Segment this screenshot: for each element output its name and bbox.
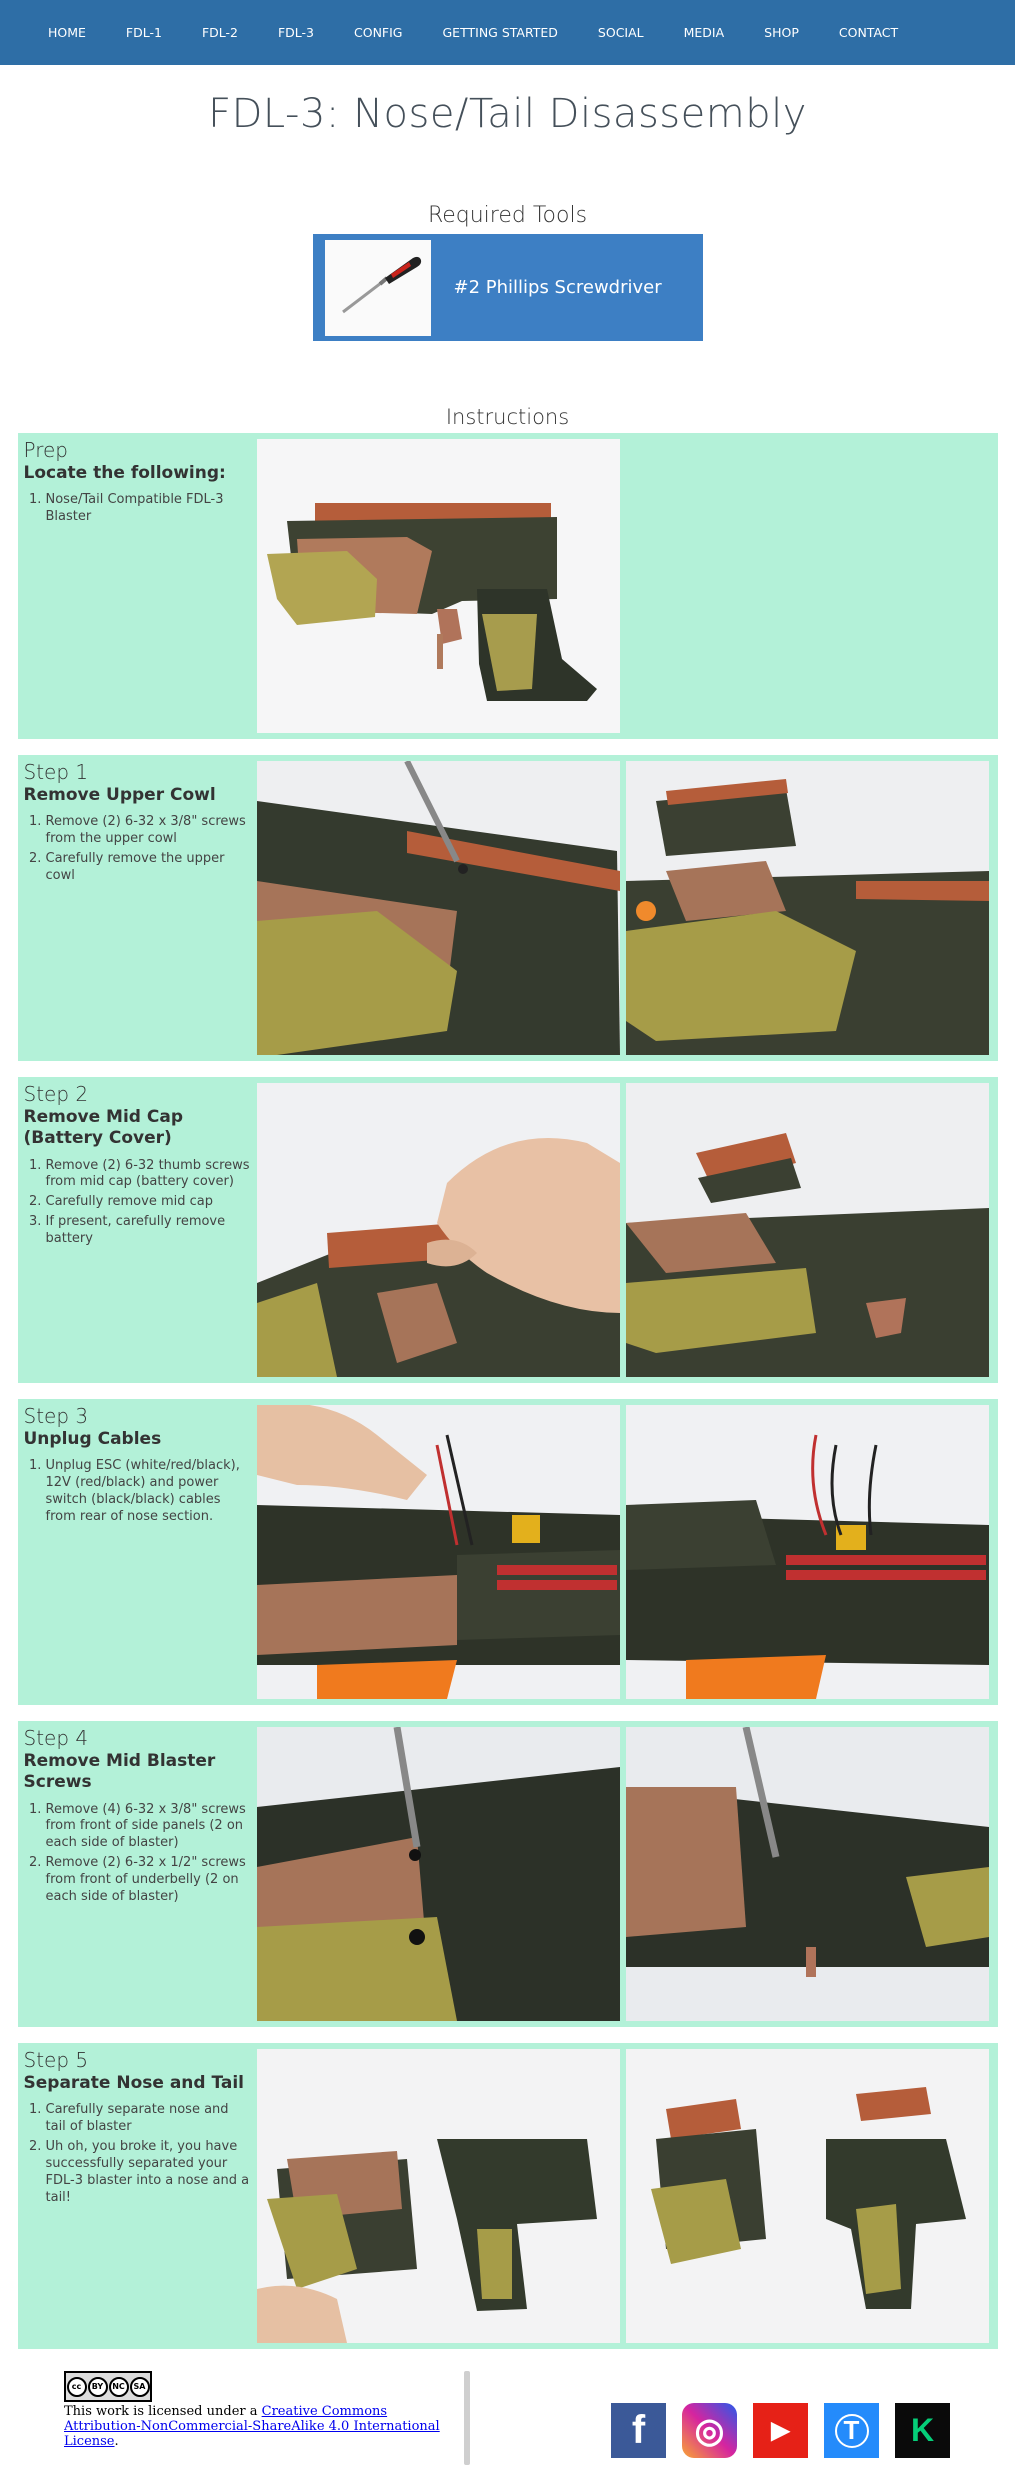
tool-label: #2 Phillips Screwdriver — [453, 277, 662, 298]
step-subtitle: Remove Mid Blaster Screws — [23, 1751, 216, 1793]
step-photo — [256, 1405, 620, 1699]
page-title: FDL-3: Nose/Tail Disassembly — [208, 91, 807, 137]
tools-heading: Required Tools — [427, 203, 588, 228]
list-item: Carefully remove the upper cowl — [46, 851, 253, 885]
tool-card-screwdriver[interactable]: #2 Phillips Screwdriver — [312, 234, 703, 341]
step-list: Remove (2) 6-32 thumb screws from mid ca… — [24, 1158, 253, 1248]
nav-config[interactable]: CONFIG — [334, 25, 422, 40]
license-scrollbar[interactable] — [464, 2371, 470, 2465]
top-nav: HOME FDL-1 FDL-2 FDL-3 CONFIG GETTING ST… — [0, 0, 1015, 65]
step-list: Remove (2) 6-32 x 3/8" screws from the u… — [24, 814, 253, 885]
instagram-icon[interactable]: ◎ — [682, 2403, 737, 2458]
step-list: Remove (4) 6-32 x 3/8" screws from front… — [24, 1802, 253, 1906]
list-item: Carefully separate nose and tail of blas… — [46, 2102, 253, 2136]
screwdriver-icon — [324, 239, 431, 336]
step-photo — [625, 1727, 989, 2021]
list-item: Remove (4) 6-32 x 3/8" screws from front… — [46, 1802, 253, 1853]
step-photo — [256, 2049, 620, 2343]
step-subtitle: Unplug Cables — [23, 1429, 162, 1449]
step-photo — [625, 1405, 989, 1699]
step-photo — [256, 1083, 620, 1377]
instructions-heading: Instructions — [445, 405, 570, 429]
license-suffix: . — [114, 2433, 119, 2449]
list-item: Remove (2) 6-32 thumb screws from mid ca… — [46, 1158, 253, 1192]
step-title: Step 3 — [23, 1404, 89, 1428]
by-icon: BY — [87, 2376, 108, 2397]
step-list: Carefully separate nose and tail of blas… — [24, 2102, 253, 2206]
step-title: Step 2 — [23, 1082, 89, 1106]
list-item: Remove (2) 6-32 x 3/8" screws from the u… — [46, 814, 253, 848]
step-title: Step 1 — [23, 760, 89, 784]
thingiverse-icon[interactable]: T — [824, 2403, 879, 2458]
list-item: Unplug ESC (white/red/black), 12V (red/b… — [46, 1458, 253, 1526]
step-photo — [625, 2049, 989, 2343]
step-photo — [256, 1727, 620, 2021]
nav-fdl1[interactable]: FDL-1 — [106, 25, 182, 40]
facebook-icon[interactable]: f — [611, 2403, 666, 2458]
step-subtitle: Remove Upper Cowl — [23, 785, 216, 805]
step-title: Step 5 — [23, 2048, 89, 2072]
nav-contact[interactable]: CONTACT — [819, 25, 918, 40]
nav-fdl2[interactable]: FDL-2 — [182, 25, 258, 40]
step-subtitle: Locate the following: — [23, 463, 226, 483]
step-2: Step 2 Remove Mid Cap (Battery Cover) Re… — [17, 1077, 998, 1383]
social-links: f ◎ ▶ T K — [611, 2403, 966, 2458]
step-photo — [256, 439, 620, 733]
step-photo — [256, 761, 620, 1055]
list-item: Uh oh, you broke it, you have successful… — [46, 2139, 253, 2207]
step-subtitle: Separate Nose and Tail — [23, 2073, 245, 2093]
nav-media[interactable]: MEDIA — [664, 25, 745, 40]
nav-shop[interactable]: SHOP — [744, 25, 819, 40]
sa-icon: SA — [129, 2376, 150, 2397]
step-prep: Prep Locate the following: Nose/Tail Com… — [17, 433, 998, 739]
nav-home[interactable]: HOME — [28, 25, 106, 40]
step-4: Step 4 Remove Mid Blaster Screws Remove … — [17, 1721, 998, 2027]
youtube-icon[interactable]: ▶ — [753, 2403, 808, 2458]
step-title: Step 4 — [23, 1726, 89, 1750]
step-photo — [625, 1083, 989, 1377]
list-item: Remove (2) 6-32 x 1/2" screws from front… — [46, 1855, 253, 1906]
list-item: If present, carefully remove battery — [46, 1214, 253, 1248]
step-5: Step 5 Separate Nose and Tail Carefully … — [17, 2043, 998, 2349]
nav-fdl3[interactable]: FDL-3 — [258, 25, 334, 40]
step-title: Prep — [23, 438, 69, 462]
step-list: Nose/Tail Compatible FDL-3 Blaster — [24, 492, 253, 526]
list-item: Carefully remove mid cap — [46, 1194, 253, 1211]
cc-license-badge[interactable]: cc BY NC SA — [64, 2371, 152, 2402]
step-list: Unplug ESC (white/red/black), 12V (red/b… — [24, 1458, 253, 1526]
list-item: Nose/Tail Compatible FDL-3 Blaster — [46, 492, 253, 526]
step-3: Step 3 Unplug Cables Unplug ESC (white/r… — [17, 1399, 998, 1705]
license-widget: cc BY NC SA This work is licensed under … — [64, 2371, 470, 2465]
kickstarter-icon[interactable]: K — [895, 2403, 950, 2458]
nav-getting-started[interactable]: GETTING STARTED — [423, 25, 578, 40]
nc-icon: NC — [108, 2376, 129, 2397]
cc-icon: cc — [66, 2376, 87, 2397]
license-prefix: This work is licensed under a — [64, 2405, 262, 2419]
footer: cc BY NC SA This work is licensed under … — [0, 2349, 1015, 2474]
step-1: Step 1 Remove Upper Cowl Remove (2) 6-32… — [17, 755, 998, 1061]
nav-social[interactable]: SOCIAL — [578, 25, 664, 40]
step-subtitle: Remove Mid Cap (Battery Cover) — [23, 1107, 184, 1149]
step-photo — [625, 761, 989, 1055]
